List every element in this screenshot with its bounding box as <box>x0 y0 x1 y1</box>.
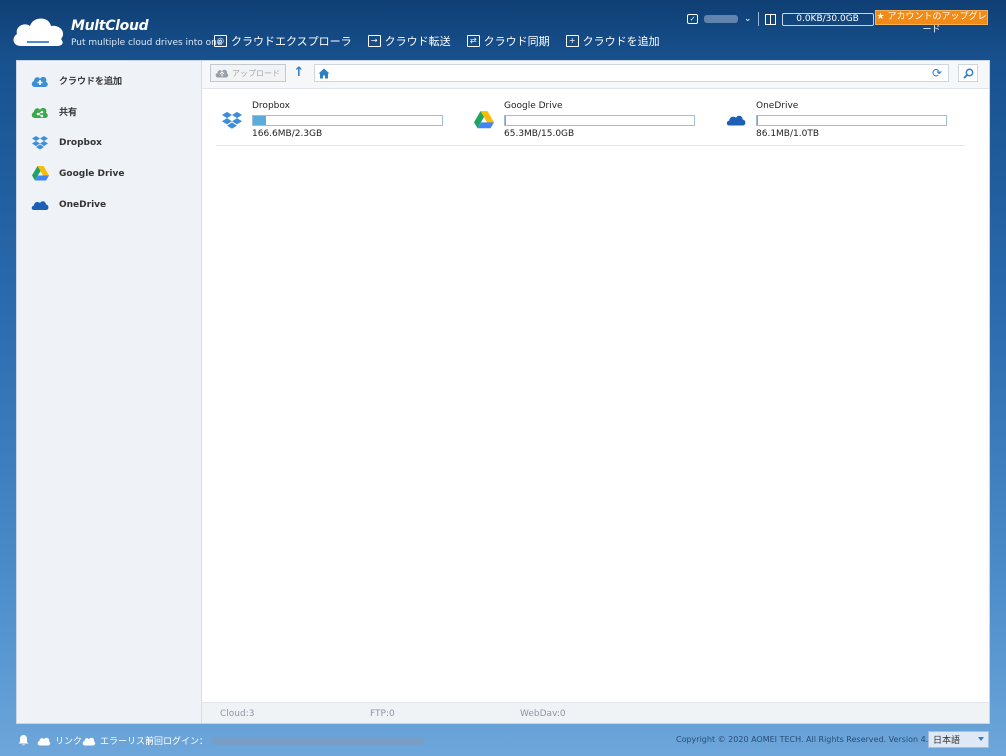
user-area: ✓ ⌄ 0.0KB/30.0GB <box>687 12 874 26</box>
google-drive-icon <box>474 111 494 129</box>
drive-usage: 166.6MB/2.3GB <box>252 129 323 139</box>
home-icon[interactable] <box>318 68 330 79</box>
upload-cloud-icon <box>215 69 229 78</box>
drive-card-onedrive[interactable]: OneDrive 86.1MB/1.0TB <box>720 99 950 145</box>
storage-progress-bar <box>756 115 947 126</box>
storage-progress-fill <box>253 116 267 125</box>
footer: リンク エラーリスト 前回ログイン： Copyright © 2020 AOME… <box>0 728 1006 756</box>
storage-progress-bar <box>504 115 695 126</box>
drive-card-dropbox[interactable]: Dropbox 166.6MB/2.3GB <box>216 99 446 145</box>
add-cloud-icon <box>31 73 49 89</box>
dropbox-icon <box>222 111 242 129</box>
drive-name: Google Drive <box>504 101 563 111</box>
brand-name: MultCloud <box>71 18 149 34</box>
nav-label: クラウド転送 <box>384 35 451 48</box>
storage-progress-bar <box>252 115 443 126</box>
sidebar: クラウドを追加 共有 Dropbox Google Drive OneDrive <box>17 61 202 723</box>
nav-cloud-transfer[interactable]: → クラウド転送 <box>367 33 451 49</box>
ftp-count: FTP:0 <box>370 709 395 719</box>
sidebar-item-label: Dropbox <box>59 137 102 148</box>
refresh-icon[interactable]: ⟳ <box>932 67 944 80</box>
cloud-count: Cloud:3 <box>220 709 255 719</box>
storage-progress-fill <box>757 116 759 125</box>
onedrive-icon <box>31 197 49 213</box>
language-select[interactable]: 日本語 <box>928 731 989 748</box>
links-link[interactable]: リンク <box>37 734 82 747</box>
search-button[interactable] <box>958 64 978 82</box>
sidebar-item-share[interactable]: 共有 <box>17 96 201 127</box>
nav-label: クラウド同期 <box>483 35 550 48</box>
notification-bell[interactable] <box>18 734 29 746</box>
upload-label: アップロード <box>232 68 280 78</box>
storage-quota: 0.0KB/30.0GB <box>781 12 874 26</box>
last-login-label: 前回ログイン： <box>145 737 209 747</box>
header: MultCloud Put multiple cloud drives into… <box>0 0 1006 58</box>
language-value: 日本語 <box>933 736 961 746</box>
last-login-blurred <box>212 736 425 745</box>
content-area: アップロード ↑ ⟳ Dropbox 166.6MB/2.3GB Google … <box>202 61 989 723</box>
sync-icon: ⇄ <box>466 35 480 47</box>
chevron-down-icon[interactable]: ⌄ <box>744 14 752 24</box>
drive-name: Dropbox <box>252 101 290 111</box>
drive-usage: 65.3MB/15.0GB <box>504 129 575 139</box>
nav-cloud-explorer[interactable]: ◎ クラウドエクスプローラ <box>214 33 352 49</box>
nav-label: クラウドを追加 <box>582 35 660 48</box>
storage-progress-fill <box>505 116 507 125</box>
path-bar[interactable]: ⟳ <box>314 64 949 82</box>
sidebar-item-add-cloud[interactable]: クラウドを追加 <box>17 65 201 96</box>
top-nav: ◎ クラウドエクスプローラ → クラウド転送 ⇄ クラウド同期 + クラウドを追… <box>214 33 660 49</box>
sidebar-item-label: OneDrive <box>59 199 107 210</box>
sidebar-item-label: Google Drive <box>59 168 125 179</box>
explorer-icon: ◎ <box>214 35 227 47</box>
upgrade-account-button[interactable]: ★ アカウントのアップグレード <box>875 10 988 35</box>
copyright: Copyright © 2020 AOMEI TECH. All Rights … <box>676 735 941 744</box>
transfer-icon: → <box>367 35 381 47</box>
last-login: 前回ログイン： <box>145 734 425 747</box>
drive-card-google-drive[interactable]: Google Drive 65.3MB/15.0GB <box>468 99 698 145</box>
sidebar-item-dropbox[interactable]: Dropbox <box>17 127 201 158</box>
sidebar-item-google-drive[interactable]: Google Drive <box>17 158 201 189</box>
webdav-count: WebDav:0 <box>520 709 566 719</box>
status-bar: Cloud:3 FTP:0 WebDav:0 <box>202 702 989 723</box>
sidebar-item-onedrive[interactable]: OneDrive <box>17 189 201 220</box>
tagline: Put multiple cloud drives into one <box>71 38 223 48</box>
error-cloud-icon <box>82 737 96 745</box>
error-list-link[interactable]: エラーリスト <box>82 734 154 747</box>
link-cloud-icon <box>37 737 51 745</box>
google-drive-icon <box>31 166 49 182</box>
sidebar-item-label: クラウドを追加 <box>59 77 123 87</box>
drive-usage: 86.1MB/1.0TB <box>756 129 819 139</box>
nav-cloud-sync[interactable]: ⇄ クラウド同期 <box>466 33 550 49</box>
share-icon <box>31 104 49 120</box>
add-cloud-icon: + <box>565 35 579 47</box>
dropdown-arrow-icon <box>978 737 984 741</box>
parent-folder-icon[interactable]: ↑ <box>292 65 306 81</box>
nav-label: クラウドエクスプローラ <box>231 35 352 48</box>
main-panel: クラウドを追加 共有 Dropbox Google Drive OneDrive <box>16 60 990 724</box>
drive-list: Dropbox 166.6MB/2.3GB Google Drive 65.3M… <box>216 99 965 146</box>
sidebar-item-label: 共有 <box>59 108 78 118</box>
bell-icon <box>18 735 29 746</box>
gift-icon[interactable] <box>764 13 776 25</box>
nav-add-cloud[interactable]: + クラウドを追加 <box>565 33 660 49</box>
username-blurred[interactable] <box>704 15 738 23</box>
dropbox-icon <box>31 135 49 151</box>
onedrive-icon <box>726 115 746 126</box>
drive-name: OneDrive <box>756 101 799 111</box>
upload-button[interactable]: アップロード <box>210 64 286 82</box>
toolbar: アップロード ↑ ⟳ <box>202 61 989 89</box>
search-icon <box>962 68 973 79</box>
divider <box>757 12 759 26</box>
links-label: リンク <box>55 737 83 747</box>
multcloud-logo-icon[interactable] <box>11 12 67 50</box>
message-icon[interactable]: ✓ <box>687 14 698 24</box>
